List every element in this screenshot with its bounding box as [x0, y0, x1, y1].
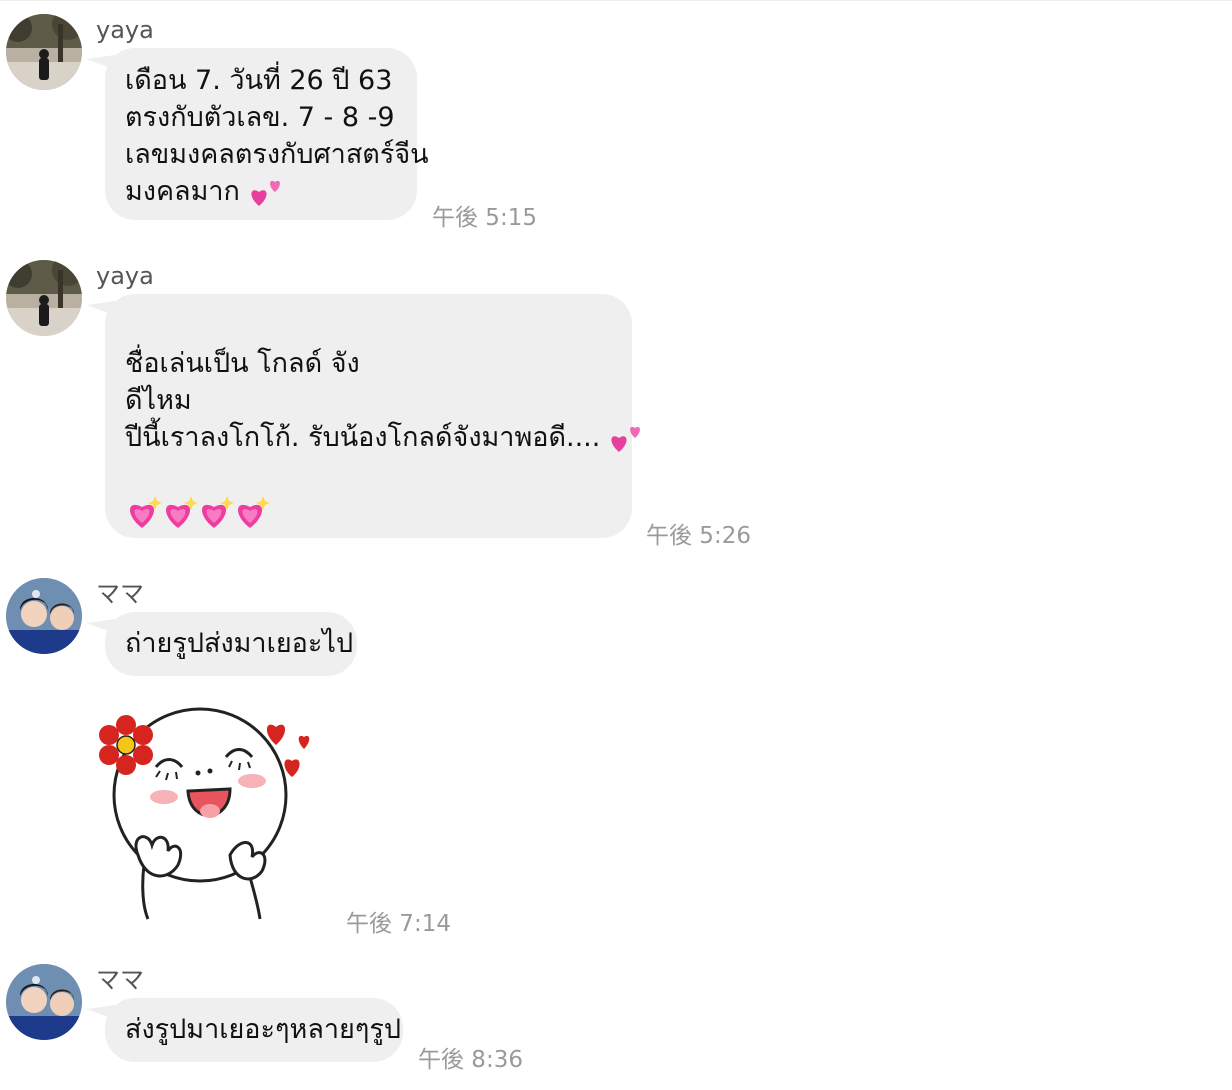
message-line: มงคลมาก: [125, 173, 397, 210]
timestamp: 午後 5:15: [432, 205, 537, 231]
two-hearts-icon: [250, 180, 280, 206]
message-line: เลขมงคลตรงกับศาสตร์จีน: [125, 139, 429, 170]
avatar-mama[interactable]: [6, 578, 82, 654]
sparkling-heart-icon: [129, 496, 270, 528]
sender-name: ママ: [96, 966, 144, 994]
message-bubble[interactable]: ส่งรูปมาเยอะๆหลายๆรูป: [105, 998, 403, 1062]
sparkling-hearts-row: [125, 493, 612, 533]
message-line: ปีนี้เราลงโกโก้. รับน้องโกลด์จังมาพอดี..…: [125, 419, 640, 456]
message-bubble[interactable]: เดือน 7. วันที่ 26 ปี 63 ตรงกับตัวเลข. 7…: [105, 48, 429, 220]
avatar-yaya[interactable]: [6, 260, 82, 336]
avatar-photo-icon: [6, 578, 82, 654]
smiling-face-with-flower-and-hearts-icon[interactable]: [90, 705, 330, 925]
message-line: ตรงกับตัวเลข. 7 - 8 -9: [125, 102, 395, 133]
message-line: [125, 456, 612, 493]
timestamp: 午後 7:14: [346, 911, 451, 937]
sender-name: yaya: [96, 262, 154, 290]
message-line: เดือน 7. วันที่ 26 ปี 63: [125, 65, 393, 96]
avatar-yaya[interactable]: [6, 14, 82, 90]
message-bubble[interactable]: ถ่ายรูปส่งมาเยอะไป: [105, 612, 357, 676]
message-bubble[interactable]: ชื่อเล่นเป็น โกลด์ จัง ดีไหม ปีนี้เราลงโ…: [105, 294, 640, 538]
avatar-mama[interactable]: [6, 964, 82, 1040]
message-text: มงคลมาก: [125, 176, 240, 207]
message-line: ชื่อเล่นเป็น โกลด์ จัง: [125, 348, 360, 379]
message-line: [125, 308, 612, 345]
top-divider: [0, 0, 1232, 1]
message-line: ดีไหม: [125, 385, 192, 416]
message-line: ถ่ายรูปส่งมาเยอะไป: [125, 628, 354, 659]
message-text: ปีนี้เราลงโกโก้. รับน้องโกลด์จังมาพอดี..…: [125, 422, 601, 453]
two-hearts-icon: [611, 426, 640, 452]
timestamp: 午後 5:26: [646, 523, 751, 549]
avatar-photo-icon: [6, 14, 82, 90]
sender-name: ママ: [96, 580, 144, 608]
avatar-photo-icon: [6, 260, 82, 336]
timestamp: 午後 8:36: [418, 1047, 523, 1073]
sender-name: yaya: [96, 16, 154, 44]
message-line: ส่งรูปมาเยอะๆหลายๆรูป: [125, 1014, 401, 1045]
avatar-photo-icon: [6, 964, 82, 1040]
